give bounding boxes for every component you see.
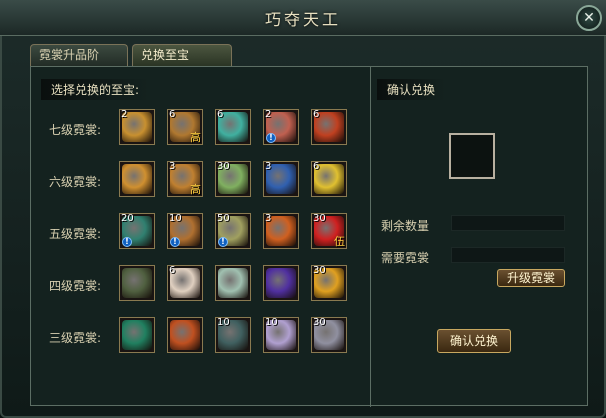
treasure-slot[interactable]: 6 <box>311 161 347 197</box>
close-button[interactable]: ✕ <box>576 5 602 31</box>
treasure-slot[interactable]: 3 <box>263 213 299 249</box>
selected-treasure-slot[interactable] <box>449 133 495 179</box>
item-count: 3 <box>265 213 272 224</box>
selection-heading: 选择兑换的至宝: <box>41 79 150 100</box>
item-count: 3 <box>169 161 176 172</box>
item-tag: 高 <box>190 131 201 144</box>
item-tag: 伍 <box>334 235 345 248</box>
row-label-0: 七级霓裳: <box>49 123 102 137</box>
item-count: 6 <box>169 109 176 120</box>
item-count: 6 <box>313 109 320 120</box>
tortoise-icon <box>122 268 152 298</box>
treasure-slot[interactable]: 30 <box>311 317 347 353</box>
porcelain-vase-icon <box>218 268 248 298</box>
upgrade-dress-button[interactable]: 升级霓裳 <box>497 269 565 287</box>
treasure-slot[interactable]: 6高 <box>167 109 203 145</box>
treasure-slot[interactable]: 2 <box>119 109 155 145</box>
treasure-slot[interactable]: 30 <box>311 265 347 301</box>
treasure-slot[interactable]: 3 <box>263 161 299 197</box>
title-bar: 巧夺天工 ✕ <box>0 0 606 36</box>
item-count: 6 <box>217 109 224 120</box>
window-title: 巧夺天工 <box>264 10 341 29</box>
item-count: 30 <box>313 265 326 276</box>
item-count: 30 <box>217 161 230 172</box>
item-count: 20 <box>121 213 134 224</box>
info-icon: ! <box>266 133 276 143</box>
item-count: 30 <box>313 213 326 224</box>
row-label-1: 六级霓裳: <box>49 175 102 189</box>
required-dress-label: 需要霓裳 <box>381 251 430 265</box>
treasure-slot[interactable]: 2! <box>263 109 299 145</box>
treasure-slot[interactable]: 10! <box>167 213 203 249</box>
footer-decoration <box>240 402 366 416</box>
treasure-slot[interactable] <box>167 317 203 353</box>
item-count: 50 <box>217 213 230 224</box>
row-label-2: 五级霓裳: <box>49 227 102 241</box>
info-icon: ! <box>170 237 180 247</box>
treasure-slot[interactable]: 3高 <box>167 161 203 197</box>
tab-exchange-treasure[interactable]: 兑换至宝 <box>132 44 232 66</box>
item-count: 10 <box>265 317 278 328</box>
row-label-3: 四级霓裳: <box>49 279 102 293</box>
treasure-slot[interactable] <box>263 265 299 301</box>
confirm-exchange-button[interactable]: 确认兑换 <box>437 329 511 353</box>
item-count: 3 <box>265 161 272 172</box>
fire-spiral-icon <box>170 320 200 350</box>
item-count: 6 <box>169 265 176 276</box>
treasure-slot[interactable]: 20! <box>119 213 155 249</box>
required-dress-value <box>451 247 565 263</box>
treasure-slot[interactable] <box>119 161 155 197</box>
treasure-slot[interactable]: 10 <box>215 317 251 353</box>
globe-icon <box>122 320 152 350</box>
treasure-selection-section: 选择兑换的至宝: 七级霓裳: 2 6 高 6 2! 6 六级霓裳: 3 高 30 3 6 五级霓裳: 20!… <box>31 67 371 407</box>
remaining-count-label: 剩余数量 <box>381 219 430 233</box>
info-icon: ! <box>218 237 228 247</box>
row-label-4: 三级霓裳: <box>49 331 102 345</box>
confirm-section: 确认兑换 剩余数量 需要霓裳 升级霓裳 确认兑换 <box>371 67 589 407</box>
item-tag: 高 <box>190 183 201 196</box>
gold-plate-icon <box>122 164 152 194</box>
purple-chest-icon <box>266 268 296 298</box>
treasure-slot[interactable]: 30 <box>215 161 251 197</box>
item-count: 2 <box>121 109 128 120</box>
treasure-slot[interactable] <box>119 317 155 353</box>
treasure-slot[interactable]: 50! <box>215 213 251 249</box>
tab-upgrade-grade[interactable]: 霓裳升品阶 <box>30 44 128 66</box>
treasure-slot[interactable]: 30 伍 <box>311 213 347 249</box>
item-count: 6 <box>313 161 320 172</box>
confirm-heading: 确认兑换 <box>377 79 446 100</box>
remaining-count-value <box>451 215 565 231</box>
item-count: 10 <box>217 317 230 328</box>
treasure-slot[interactable] <box>215 265 251 301</box>
item-count: 10 <box>169 213 182 224</box>
treasure-slot[interactable]: 6 <box>167 265 203 301</box>
treasure-slot[interactable] <box>119 265 155 301</box>
item-count: 30 <box>313 317 326 328</box>
content-panel: 选择兑换的至宝: 七级霓裳: 2 6 高 6 2! 6 六级霓裳: 3 高 30 3 6 五级霓裳: 20!… <box>30 66 589 407</box>
treasure-slot[interactable]: 6 <box>311 109 347 145</box>
info-icon: ! <box>122 237 132 247</box>
treasure-slot[interactable]: 10 <box>263 317 299 353</box>
treasure-slot[interactable]: 6 <box>215 109 251 145</box>
item-count: 2 <box>265 109 272 120</box>
